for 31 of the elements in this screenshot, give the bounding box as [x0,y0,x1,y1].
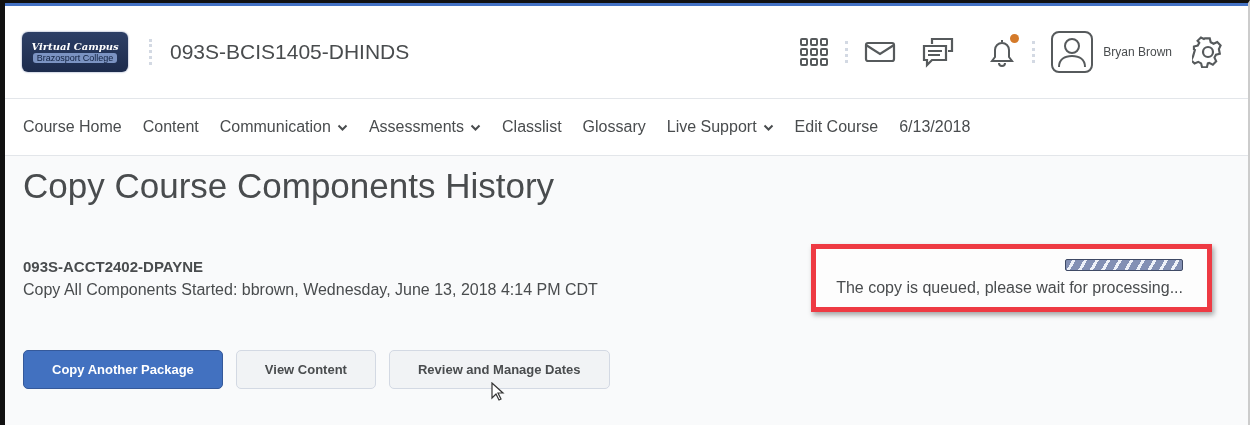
logo-title: Virtual Campus [31,41,119,52]
nav-link[interactable]: Content [142,118,210,136]
action-button[interactable]: View Content [235,350,376,389]
nav-link[interactable]: Glossary [582,118,657,136]
nav-link[interactable]: Assessments [368,118,493,136]
user-name[interactable]: Bryan Brown [1103,45,1172,59]
college-logo[interactable]: Virtual Campus Brazosport College [22,32,128,72]
nav-link[interactable]: Live Support [666,118,785,136]
mail-icon[interactable] [864,40,897,64]
nav-link[interactable]: Edit Course [794,118,890,136]
nav-link[interactable]: Classlist [502,118,573,136]
action-button[interactable]: Review and Manage Dates [388,350,610,389]
nav-link[interactable]: 6/13/2018 [899,118,982,136]
chevron-down-icon [470,123,482,131]
chevron-down-icon [336,123,348,131]
chat-bubbles-icon[interactable] [922,36,955,68]
course-title: 093S-BCIS1405-DHINDS [170,40,410,64]
mouse-cursor-icon [491,382,505,402]
apps-grid-icon[interactable] [799,37,830,67]
chevron-down-icon [762,123,774,131]
bell-icon[interactable] [988,37,1017,67]
course-code: 093S-ACCT2402-DPAYNE [23,257,205,275]
logo-subtitle: Brazosport College [32,53,118,63]
avatar-icon[interactable] [1051,31,1094,73]
copy-details: Copy All Components Started: bbrown, Wednesday, June 13, 2018 4:14 PM CDT [23,280,598,298]
nav-link[interactable]: Course Home [23,118,133,136]
nav-link[interactable]: Communication [219,118,359,136]
page-title: Copy Course Components History [23,166,556,206]
action-button[interactable]: Copy Another Package [23,350,223,389]
status-message: The copy is queued, please wait for processing... [836,279,1183,297]
settings-icon[interactable] [1192,36,1224,68]
